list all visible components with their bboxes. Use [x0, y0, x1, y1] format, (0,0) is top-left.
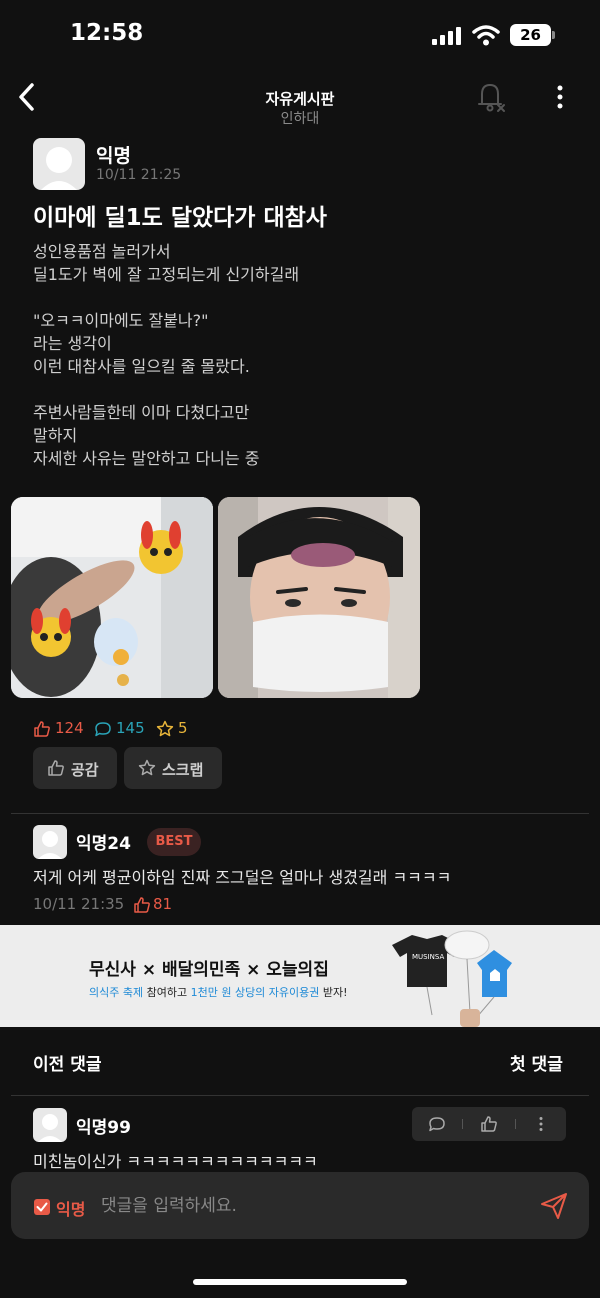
anonymous-label: 익명 — [56, 1200, 86, 1219]
star-icon — [156, 720, 174, 737]
ad-illustration: MUSINSA — [392, 930, 512, 1027]
top-nav: 자유게시판 인하대 — [0, 70, 600, 130]
ad-art-label: MUSINSA — [412, 953, 444, 961]
post-line: 말하지 — [33, 426, 78, 445]
best-comment-text: 저게 어케 평균이하임 진짜 즈그덜은 얼마나 생겼길래 ㅋㅋㅋㅋ — [33, 868, 452, 887]
best-badge: BEST — [147, 828, 201, 856]
comment-input-bar: 익명 — [11, 1172, 589, 1239]
ad-sub-highlight-1: 의식주 축제 — [89, 986, 144, 999]
author-name: 익명 — [96, 145, 131, 167]
signal-icon — [432, 27, 461, 45]
ad-sub-text-1: 참여하고 — [143, 986, 191, 999]
star-icon — [138, 759, 156, 776]
speech-bubble-icon — [95, 722, 111, 737]
comment-count-value: 145 — [116, 719, 145, 737]
ad-banner[interactable]: 무신사 × 배달의민족 × 오늘의집 의식주 축제 참여하고 1천만 원 상당의… — [0, 925, 600, 1027]
divider — [11, 1095, 589, 1096]
ad-subtitle: 의식주 축제 참여하고 1천만 원 상당의 자유이용권 받자! — [89, 984, 348, 1000]
more-vertical-icon[interactable] — [550, 82, 570, 112]
bell-off-icon[interactable] — [476, 80, 508, 114]
best-comment-likes-value: 81 — [153, 895, 173, 913]
comment-author: 익명99 — [76, 1118, 131, 1138]
best-comment-author: 익명24 — [76, 834, 131, 854]
send-icon[interactable] — [539, 1192, 569, 1220]
reply-icon[interactable] — [428, 1115, 446, 1133]
comment-input[interactable] — [101, 1191, 521, 1221]
scrap-count-value: 5 — [178, 719, 188, 737]
comment-avatar — [33, 1108, 67, 1142]
post-line: 자세한 사유는 말안하고 다니는 중 — [33, 449, 260, 468]
post-image-2[interactable] — [218, 497, 420, 698]
more-vertical-icon[interactable] — [532, 1115, 550, 1133]
ad-title: 무신사 × 배달의민족 × 오늘의집 — [89, 960, 329, 980]
thumbs-up-icon — [48, 760, 64, 776]
battery-level: 26 — [510, 24, 551, 46]
thumbs-up-icon — [134, 897, 150, 913]
post-timestamp: 10/11 21:25 — [96, 167, 182, 183]
thumbs-up-icon — [34, 721, 50, 737]
thumbs-up-icon[interactable] — [480, 1115, 498, 1133]
like-button-label: 공감 — [71, 761, 99, 779]
home-indicator — [193, 1279, 407, 1285]
status-time: 12:58 — [70, 20, 144, 46]
scrap-button[interactable]: 스크랩 — [124, 747, 222, 789]
scrap-button-label: 스크랩 — [162, 761, 204, 779]
ad-sub-text-2: 받자! — [319, 986, 348, 999]
like-button[interactable]: 공감 — [33, 747, 117, 789]
like-count-value: 124 — [55, 719, 84, 737]
status-bar: 12:58 26 — [0, 0, 600, 70]
comment-actions — [412, 1107, 566, 1141]
post-line — [33, 378, 573, 401]
post-line: 성인용품점 놀러가서 — [33, 242, 171, 261]
best-comment-avatar — [33, 825, 67, 859]
first-comment-button[interactable]: 첫 댓글 — [510, 1050, 563, 1075]
comment-text: 미친놈이신가 ㅋㅋㅋㅋㅋㅋㅋㅋㅋㅋㅋㅋㅋ — [33, 1152, 318, 1170]
post-line: "오ㅋㅋ이마에도 잘붙나?" — [33, 311, 209, 330]
divider — [11, 813, 589, 814]
post-line — [33, 286, 573, 309]
best-comment-timestamp: 10/11 21:35 — [33, 895, 125, 913]
post-line: 주변사람들한테 이마 다쳤다고만 — [33, 403, 250, 422]
ad-sub-highlight-2: 1천만 원 상당의 자유이용권 — [190, 986, 320, 999]
board-subtitle: 인하대 — [280, 111, 320, 127]
anonymous-checkbox[interactable] — [34, 1199, 50, 1215]
post-image-1[interactable] — [11, 497, 213, 698]
prev-comments-button[interactable]: 이전 댓글 — [33, 1050, 101, 1075]
battery-icon: 26 — [510, 24, 556, 46]
author-avatar — [33, 138, 85, 190]
wifi-icon — [472, 25, 500, 46]
post-line: 딜1도가 벽에 잘 고정되는게 신기하길래 — [33, 265, 300, 284]
post-body: 성인용품점 놀러가서 딜1도가 벽에 잘 고정되는게 신기하길래 "오ㅋㅋ이마에… — [33, 240, 573, 470]
post-title: 이마에 딜1도 달았다가 대참사 — [33, 205, 327, 231]
post-line: 라는 생각이 — [33, 334, 112, 353]
post-line: 이런 대참사를 일으킬 줄 몰랐다. — [33, 357, 250, 376]
board-title: 자유게시판 — [265, 90, 335, 108]
